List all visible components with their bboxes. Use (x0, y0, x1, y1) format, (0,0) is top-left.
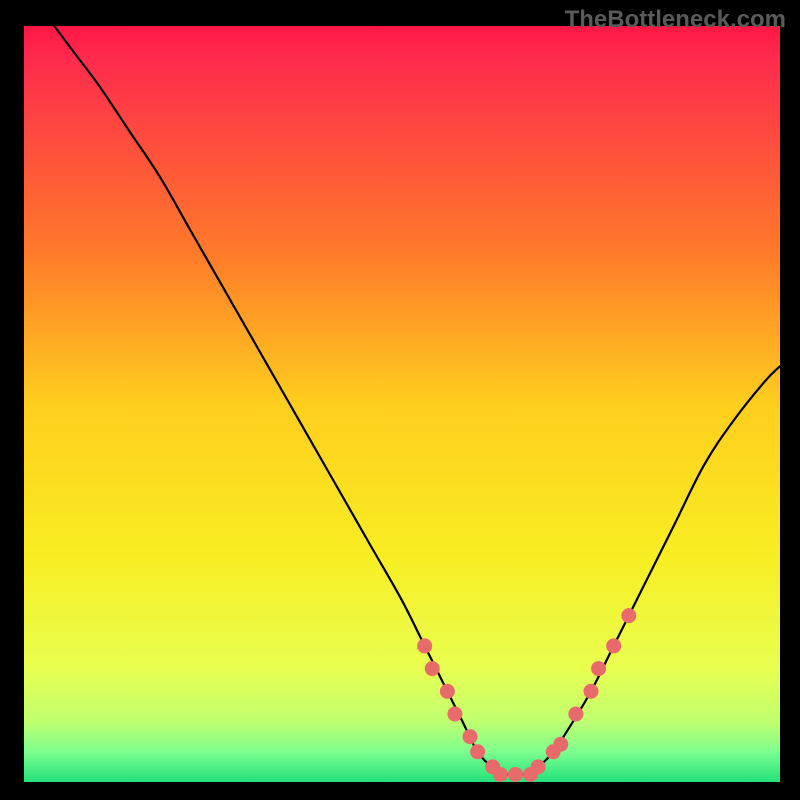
bottleneck-chart (24, 26, 780, 782)
optimal-marker (584, 684, 599, 699)
optimal-marker (470, 744, 485, 759)
optimal-marker (621, 608, 636, 623)
optimal-marker (568, 706, 583, 721)
optimal-marker (463, 729, 478, 744)
optimal-marker (553, 737, 568, 752)
attribution-label: TheBottleneck.com (565, 6, 786, 34)
optimal-marker (440, 684, 455, 699)
optimal-marker (508, 767, 523, 782)
bottleneck-curve (54, 26, 780, 775)
optimal-marker (531, 759, 546, 774)
curve-layer (24, 26, 780, 782)
optimal-marker (591, 661, 606, 676)
optimal-marker (493, 767, 508, 782)
optimal-marker (447, 706, 462, 721)
optimal-marker (417, 638, 432, 653)
optimal-marker (425, 661, 440, 676)
optimal-markers (417, 608, 636, 782)
optimal-marker (606, 638, 621, 653)
